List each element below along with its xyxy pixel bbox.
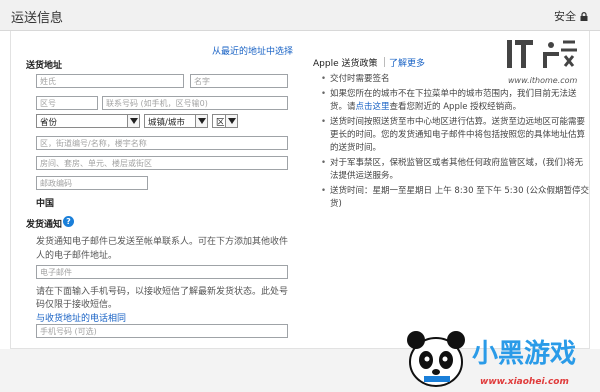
district-value: 区: [216, 118, 225, 128]
learn-more-link[interactable]: 了解更多: [389, 56, 425, 69]
last-name-input[interactable]: [36, 74, 184, 88]
notify-label: 发货通知: [26, 220, 63, 230]
notify-description-1: 发货通知电子邮件已发送至帐单联系人。可在下方添加其他收件: [36, 237, 289, 247]
country-label: 中国: [36, 199, 55, 209]
mobile-input[interactable]: [36, 324, 288, 338]
province-value: 省份: [40, 118, 58, 128]
policy-item: 交付时需要签名: [320, 73, 500, 86]
watermark-site: www.ithome.com: [508, 76, 578, 85]
ithome-logo: [507, 40, 577, 68]
recent-address-link[interactable]: 从最近的地址中选择: [212, 44, 293, 57]
notify-description-2: 人的电子邮件地址。: [36, 251, 118, 261]
district-select[interactable]: 区: [212, 114, 238, 128]
watermark-url: www.xiaohei.com: [480, 377, 569, 387]
street-input[interactable]: [36, 136, 288, 150]
policy-item: 送货时间：星期一至星期日 上午 8:30 至下午 5:30 (公众假期暂停交货): [320, 185, 590, 211]
building-input[interactable]: [36, 156, 288, 170]
chevron-down-icon: [225, 115, 237, 127]
lock-icon: [580, 12, 588, 21]
secure-indicator: 安全: [554, 8, 588, 24]
chevron-down-icon: [127, 115, 139, 127]
email-input[interactable]: [36, 265, 288, 279]
address-label: 送货地址: [26, 61, 63, 71]
help-icon[interactable]: ?: [63, 216, 74, 227]
postal-code-input[interactable]: [36, 176, 148, 190]
sms-description-2: 码仅限于接收短信。: [36, 300, 118, 310]
divider: [384, 57, 385, 67]
section-title: 运送信息: [11, 11, 64, 26]
policy-list-cont: 如果您所在的城市不在下拉菜单中的城市范围内，我们目前无法送货。请点击这里查看您附…: [320, 88, 590, 213]
phone-input[interactable]: [102, 96, 288, 110]
section-header: 运送信息 安全: [0, 0, 600, 31]
policy-item: 送货时间按照送货至市中心地区进行估算。送货至边远地区可能需要更长的时间。您的发货…: [320, 116, 590, 155]
province-select[interactable]: 省份: [36, 114, 140, 128]
policy-title: Apple 送货政策: [313, 59, 378, 69]
policy-item: 对于军事禁区，保税监管区或者其他任何政府监管区域，(我们)将无法提供运送服务。: [320, 157, 590, 183]
click-here-link[interactable]: 点击这里: [356, 102, 390, 112]
sms-description-1: 请在下面输入手机号码，以接收短信了解最新发货状态。此处号: [36, 287, 289, 297]
policy-item: 如果您所在的城市不在下拉菜单中的城市范围内，我们目前无法送货。请点击这里查看您附…: [320, 88, 590, 114]
secure-label: 安全: [554, 10, 576, 23]
city-select[interactable]: 城镇/城市: [144, 114, 208, 128]
policy-list: 交付时需要签名: [320, 73, 500, 88]
first-name-input[interactable]: [190, 74, 288, 88]
area-code-input[interactable]: [36, 96, 98, 110]
watermark-brand: 小黑游戏: [472, 339, 576, 369]
same-phone-link[interactable]: 与收货地址的电话相同: [36, 311, 126, 324]
city-value: 城镇/城市: [148, 118, 185, 128]
chevron-down-icon: [195, 115, 207, 127]
xiaohei-watermark: 小黑游戏 www.xiaohei.com: [407, 331, 576, 387]
